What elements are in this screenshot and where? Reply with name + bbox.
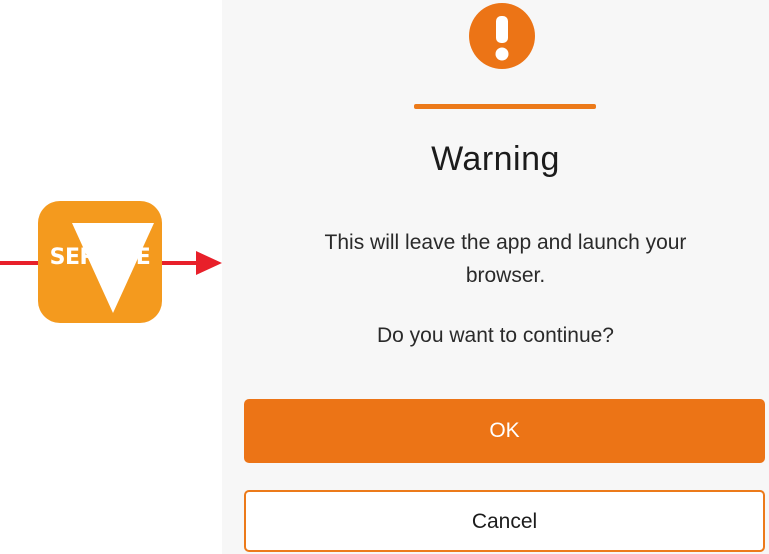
- service-app-icon[interactable]: SERVICE: [38, 201, 162, 323]
- dialog-title: Warning: [431, 140, 560, 178]
- screenshot-stage: SERVICE Warning This will leave the app …: [0, 0, 769, 554]
- red-arrow-icon: [196, 251, 222, 275]
- dialog-question: Do you want to continue?: [377, 324, 614, 347]
- app-icon-label: SERVICE: [49, 245, 151, 270]
- cancel-button[interactable]: Cancel: [244, 490, 765, 552]
- dialog-message: This will leave the app and launch your …: [324, 231, 687, 287]
- title-divider: [414, 104, 596, 109]
- ok-button[interactable]: OK: [244, 399, 765, 463]
- warning-exclamation-icon: [466, 0, 538, 72]
- warning-dialog: Warning This will leave the app and laun…: [222, 0, 769, 554]
